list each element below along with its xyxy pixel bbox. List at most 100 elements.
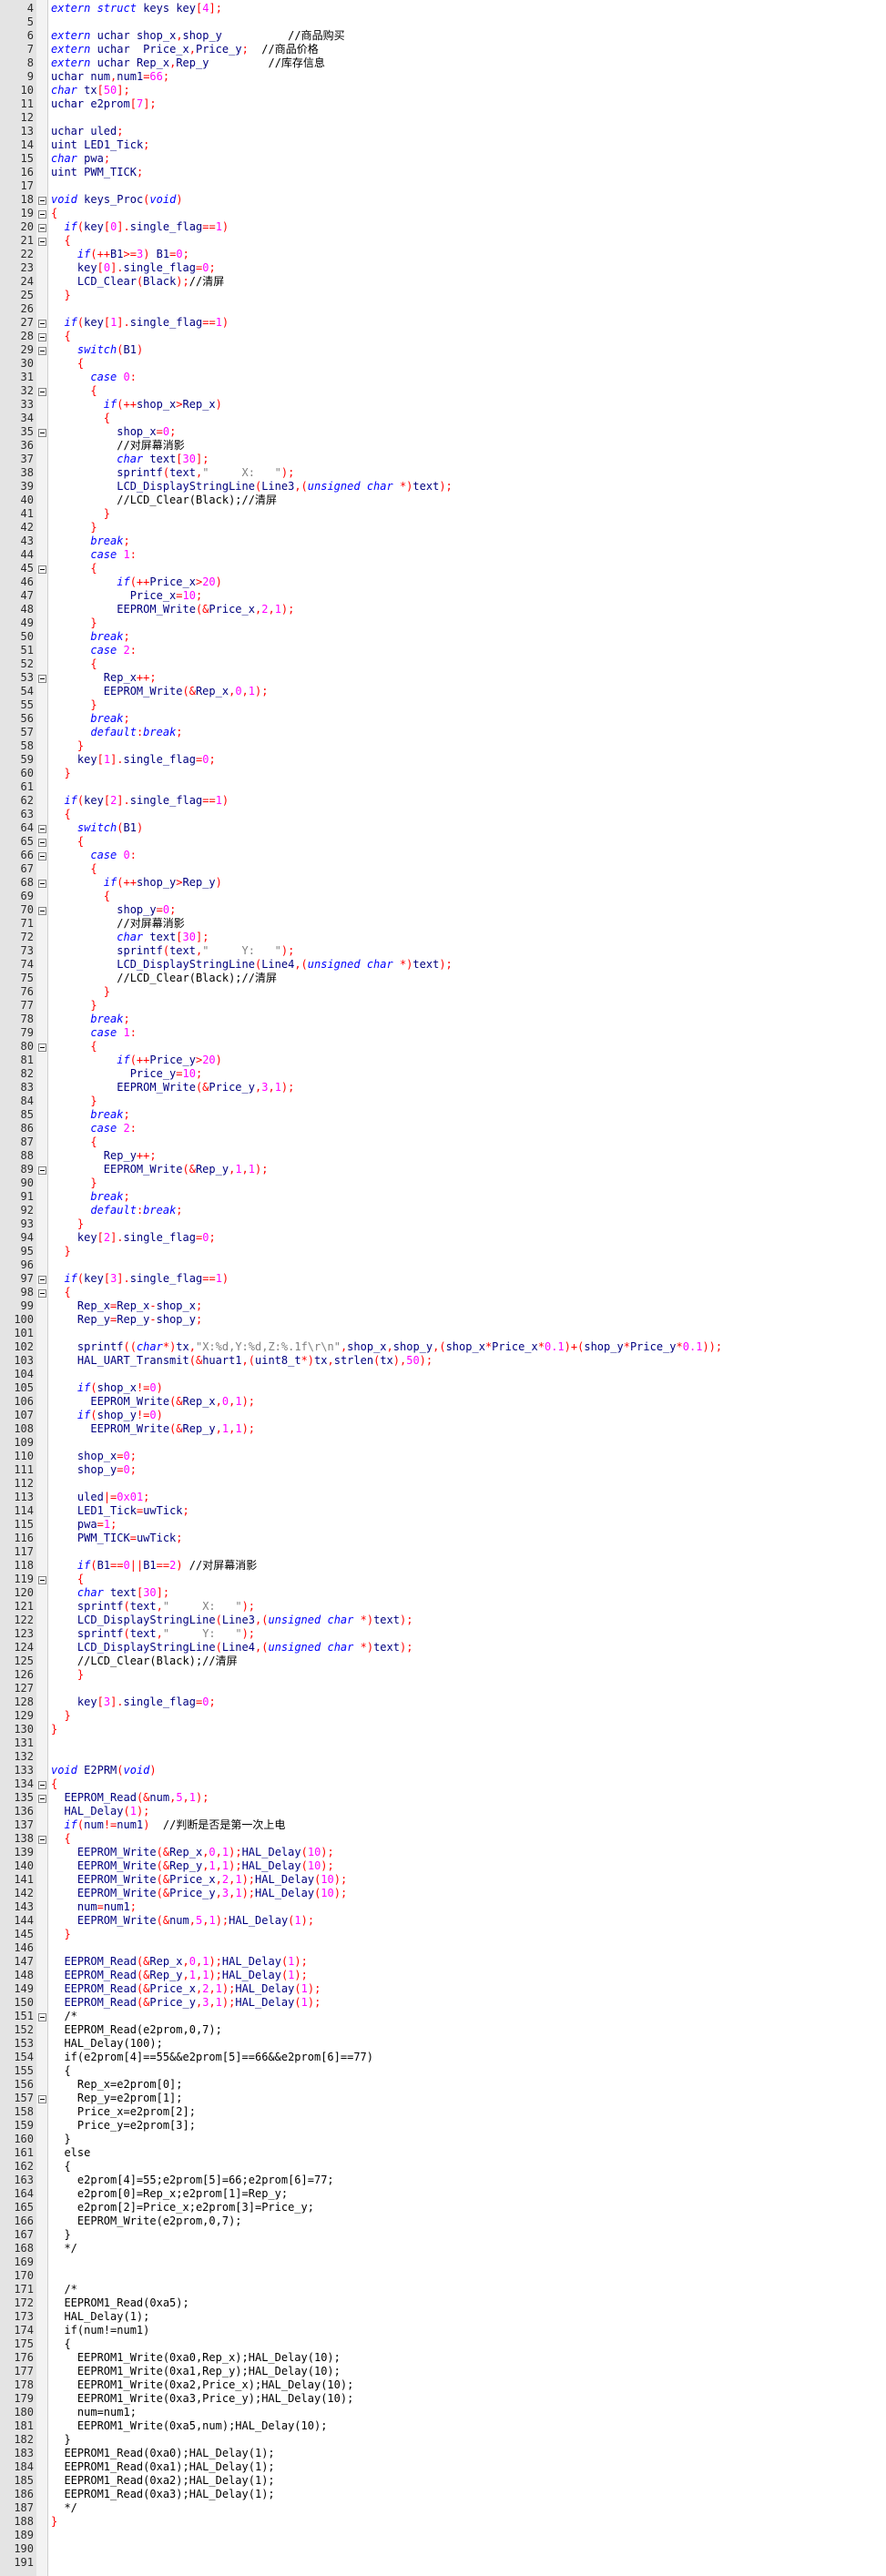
code-line[interactable]: {: [51, 1286, 70, 1299]
code-line[interactable]: }: [51, 985, 110, 999]
code-line[interactable]: EEPROM_Read(&Rep_y,1,1);HAL_Delay(1);: [51, 1969, 307, 1982]
code-line[interactable]: e2prom[4]=55;e2prom[5]=66;e2prom[6]=77;: [51, 2174, 334, 2187]
code-line[interactable]: }: [51, 767, 70, 780]
code-line[interactable]: if(++shop_y>Rep_y): [51, 876, 222, 890]
code-line[interactable]: pwa=1;: [51, 1518, 117, 1532]
code-line[interactable]: Price_y=e2prom[3];: [51, 2119, 196, 2133]
code-line[interactable]: case 0:: [51, 849, 137, 862]
code-line[interactable]: Rep_y=e2prom[1];: [51, 2092, 183, 2105]
fold-toggle-icon[interactable]: [38, 333, 46, 341]
fold-toggle-icon[interactable]: [38, 880, 46, 888]
code-line[interactable]: if(++Price_x>20): [51, 575, 222, 589]
code-line[interactable]: if(e2prom[4]==55&&e2prom[5]==66&&e2prom[…: [51, 2051, 373, 2064]
code-line[interactable]: shop_x=0;: [51, 1450, 137, 1463]
fold-toggle-icon[interactable]: [38, 1166, 46, 1175]
code-line[interactable]: case 2:: [51, 1122, 137, 1135]
code-line[interactable]: LCD_DisplayStringLine(Line4,(unsigned ch…: [51, 1641, 413, 1655]
fold-toggle-icon[interactable]: [38, 197, 46, 205]
code-line[interactable]: key[3].single_flag=0;: [51, 1695, 216, 1709]
code-line[interactable]: uchar num,num1=66;: [51, 70, 169, 84]
code-line[interactable]: break;: [51, 1013, 129, 1026]
code-line[interactable]: char tx[50];: [51, 84, 130, 97]
fold-toggle-icon[interactable]: [38, 1276, 46, 1284]
code-line[interactable]: if(num!=num1) //判断是否是第一次上电: [51, 1818, 285, 1832]
code-line[interactable]: uled|=0x01;: [51, 1491, 150, 1504]
code-line[interactable]: HAL_UART_Transmit(&huart1,(uint8_t*)tx,s…: [51, 1354, 433, 1368]
code-line[interactable]: LED1_Tick=uwTick;: [51, 1504, 189, 1518]
code-line[interactable]: case 1:: [51, 1026, 137, 1040]
fold-toggle-icon[interactable]: [38, 1795, 46, 1803]
code-line[interactable]: }: [51, 2133, 70, 2146]
code-line[interactable]: EEPROM_Write(&Rep_x,0,1);: [51, 685, 269, 698]
code-line[interactable]: EEPROM1_Read(0xa5);: [51, 2296, 188, 2310]
code-line[interactable]: }: [51, 1245, 70, 1258]
code-line[interactable]: {: [51, 562, 97, 575]
code-line[interactable]: if(key[0].single_flag==1): [51, 220, 229, 234]
code-line[interactable]: {: [51, 384, 97, 398]
code-line[interactable]: break;: [51, 712, 129, 726]
code-line[interactable]: {: [51, 330, 70, 343]
code-line[interactable]: }: [51, 739, 84, 753]
code-line[interactable]: if(num!=num1): [51, 2324, 149, 2337]
code-line[interactable]: if(++B1>=3) B1=0;: [51, 248, 189, 261]
code-line[interactable]: key[1].single_flag=0;: [51, 753, 216, 767]
code-line[interactable]: //LCD_Clear(Black);//清屏: [51, 1655, 238, 1668]
code-line[interactable]: Rep_x++;: [51, 671, 157, 685]
code-line[interactable]: }: [51, 1217, 84, 1231]
code-line[interactable]: {: [51, 1573, 84, 1586]
code-line[interactable]: Price_x=10;: [51, 589, 203, 603]
code-line[interactable]: }: [51, 2515, 57, 2529]
code-line[interactable]: key[2].single_flag=0;: [51, 1231, 216, 1245]
code-line[interactable]: EEPROM_Read(&Price_y,3,1);HAL_Delay(1);: [51, 1996, 321, 2010]
code-line[interactable]: EEPROM1_Read(0xa3);HAL_Delay(1);: [51, 2488, 274, 2501]
code-line[interactable]: void E2PRM(void): [51, 1764, 157, 1777]
code-line[interactable]: char pwa;: [51, 152, 110, 166]
code-line[interactable]: {: [51, 835, 84, 849]
code-line[interactable]: {: [51, 2337, 70, 2351]
code-line[interactable]: Rep_y=Rep_y-shop_y;: [51, 1313, 202, 1327]
code-line[interactable]: char text[30];: [51, 453, 209, 466]
code-line[interactable]: {: [51, 357, 84, 371]
code-line[interactable]: EEPROM_Read(&Rep_x,0,1);HAL_Delay(1);: [51, 1955, 307, 1969]
code-line[interactable]: if(key[2].single_flag==1): [51, 794, 229, 808]
code-line[interactable]: EEPROM1_Write(0xa0,Rep_x);HAL_Delay(10);: [51, 2351, 341, 2365]
fold-toggle-icon[interactable]: [38, 1289, 46, 1298]
code-editor[interactable]: 4 extern struct keys key[4]; 5 6 extern ucha…: [0, 0, 886, 2576]
code-line[interactable]: {: [51, 412, 110, 425]
code-line[interactable]: }: [51, 2228, 70, 2242]
code-line[interactable]: */: [51, 2242, 76, 2255]
fold-toggle-icon[interactable]: [38, 224, 46, 232]
code-line[interactable]: break;: [51, 1190, 129, 1204]
code-line[interactable]: {: [51, 207, 57, 220]
code-line[interactable]: if(B1==0||B1==2) //对屏幕消影: [51, 1559, 257, 1573]
code-line[interactable]: }: [51, 1709, 70, 1723]
code-line[interactable]: HAL_Delay(1);: [51, 2310, 149, 2324]
code-line[interactable]: EEPROM_Write(&num,5,1);HAL_Delay(1);: [51, 1914, 314, 1928]
code-line[interactable]: PWM_TICK=uwTick;: [51, 1532, 183, 1545]
code-line[interactable]: */: [51, 2501, 76, 2515]
fold-toggle-icon[interactable]: [38, 675, 46, 683]
code-line[interactable]: default:break;: [51, 1204, 182, 1217]
fold-toggle-icon[interactable]: [38, 2013, 46, 2021]
code-line[interactable]: extern uchar shop_x,shop_y //商品购买: [51, 29, 345, 43]
code-line[interactable]: EEPROM_Write(&Rep_y,1,1);: [51, 1422, 255, 1436]
fold-toggle-icon[interactable]: [38, 210, 46, 219]
fold-toggle-icon[interactable]: [38, 565, 46, 574]
code-line[interactable]: EEPROM1_Write(0xa5,num);HAL_Delay(10);: [51, 2419, 328, 2433]
fold-toggle-icon[interactable]: [38, 388, 46, 396]
code-line[interactable]: shop_y=0;: [51, 903, 176, 917]
code-line[interactable]: EEPROM_Write(&Rep_x,0,1);: [51, 1395, 255, 1409]
code-line[interactable]: EEPROM_Write(&Rep_y,1,1);: [51, 1163, 269, 1176]
code-line[interactable]: {: [51, 1777, 57, 1791]
fold-toggle-icon[interactable]: [38, 347, 46, 355]
code-line[interactable]: EEPROM1_Write(0xa1,Rep_y);HAL_Delay(10);: [51, 2365, 341, 2378]
code-line[interactable]: //LCD_Clear(Black);//清屏: [51, 972, 277, 985]
fold-toggle-icon[interactable]: [38, 1836, 46, 1844]
code-line[interactable]: switch(B1): [51, 343, 143, 357]
code-line[interactable]: break;: [51, 630, 129, 644]
code-line[interactable]: case 2:: [51, 644, 137, 657]
code-line[interactable]: //对屏幕消影: [51, 917, 184, 931]
fold-toggle-icon[interactable]: [38, 238, 46, 246]
code-line[interactable]: EEPROM_Read(&Price_x,2,1);HAL_Delay(1);: [51, 1982, 321, 1996]
fold-toggle-icon[interactable]: [38, 907, 46, 915]
